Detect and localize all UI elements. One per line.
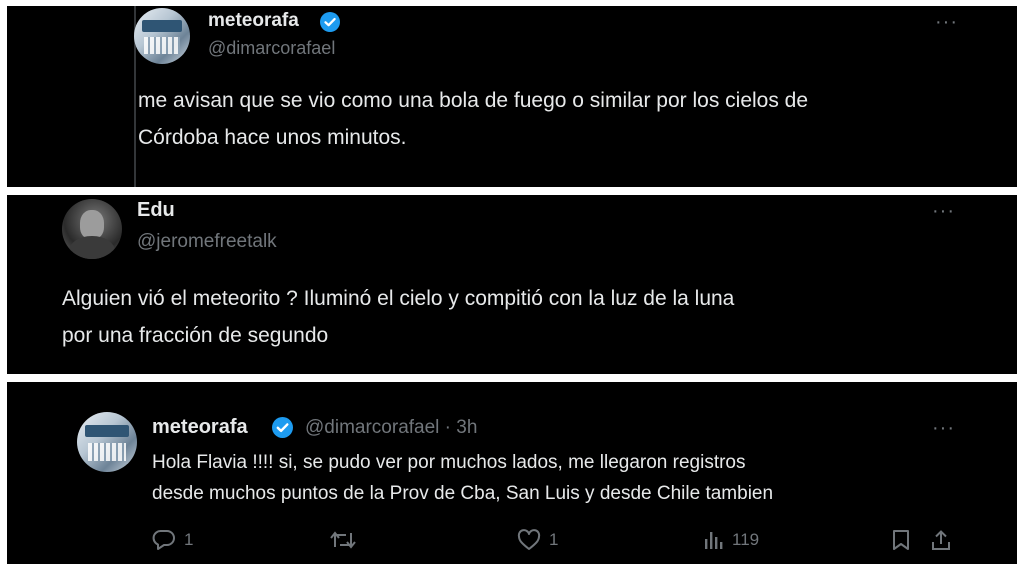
more-options-icon[interactable]: ··· xyxy=(932,201,955,221)
bookmark-button[interactable] xyxy=(891,529,911,551)
handle-and-time[interactable]: @dimarcorafael · 3h xyxy=(305,417,477,439)
share-icon xyxy=(932,530,950,550)
like-count: 1 xyxy=(549,530,559,549)
handle[interactable]: @jeromefreetalk xyxy=(137,231,277,253)
display-name[interactable]: meteorafa xyxy=(152,416,248,439)
repost-icon xyxy=(330,531,356,549)
more-options-icon[interactable]: ··· xyxy=(935,12,958,32)
share-button[interactable] xyxy=(930,529,952,551)
reply-button[interactable]: 1 xyxy=(152,529,193,551)
tweet-text-line-2: por una fracción de segundo xyxy=(62,324,329,347)
tweet-text-line-2: desde muchos puntos de la Prov de Cba, S… xyxy=(152,483,774,504)
tweet-panel-1: meteorafa @dimarcorafael ··· me avisan q… xyxy=(7,6,1017,187)
tweet-text-line-1: me avisan que se vio como una bola de fu… xyxy=(138,89,809,112)
tweet-panel-3: meteorafa @dimarcorafael · 3h ··· Hola F… xyxy=(7,382,1017,564)
like-button[interactable]: 1 xyxy=(517,529,558,551)
display-name[interactable]: Edu xyxy=(137,199,175,222)
more-options-icon[interactable]: ··· xyxy=(932,418,955,438)
views-icon xyxy=(705,532,723,549)
bookmark-icon xyxy=(893,530,909,550)
tweet-text-line-1: Hola Flavia !!!! si, se pudo ver por muc… xyxy=(152,452,746,473)
views-button[interactable]: 119 xyxy=(702,529,759,551)
avatar-meteorafa[interactable] xyxy=(77,412,137,472)
repost-button[interactable] xyxy=(329,529,365,551)
reply-icon xyxy=(152,530,175,550)
avatar-edu[interactable] xyxy=(62,199,122,259)
tweet-panel-2: Edu @jeromefreetalk ··· Alguien vió el m… xyxy=(7,195,1017,374)
view-count: 119 xyxy=(732,530,760,549)
verified-badge-icon xyxy=(320,12,340,32)
verified-badge-icon xyxy=(272,417,293,438)
like-icon xyxy=(517,529,541,550)
tweet-text-line-2: Córdoba hace unos minutos. xyxy=(138,126,407,149)
handle[interactable]: @dimarcorafael xyxy=(208,38,335,59)
avatar-meteorafa[interactable] xyxy=(134,8,190,64)
reply-count: 1 xyxy=(184,530,194,549)
display-name[interactable]: meteorafa xyxy=(208,10,299,32)
tweet-text-line-1: Alguien vió el meteorito ? Iluminó el ci… xyxy=(62,287,735,310)
